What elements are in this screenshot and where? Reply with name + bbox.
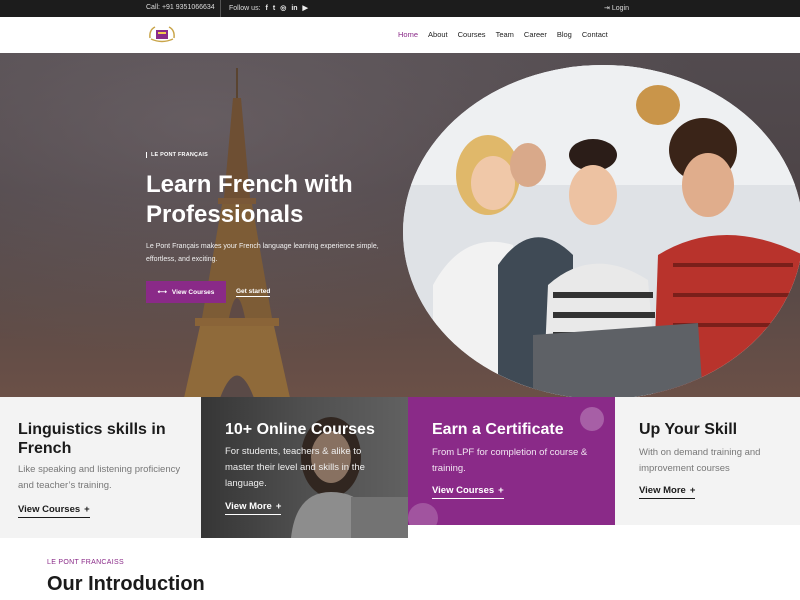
- hero-description: Le Pont Français makes your French langu…: [146, 243, 379, 263]
- nav-item-team[interactable]: Team: [496, 30, 514, 39]
- card-text: For students, teachers & alike to master…: [225, 446, 365, 489]
- hero-title: Learn French with Professionals: [146, 171, 353, 228]
- hero-section: LE PONT FRANÇAIS Learn French with Profe…: [0, 53, 800, 397]
- card-link-view-more[interactable]: View More +: [639, 485, 696, 499]
- feature-card-linguistics: Linguistics skills in French Like speaki…: [0, 397, 201, 538]
- login-label: Login: [611, 5, 629, 12]
- nav-item-about[interactable]: About: [428, 30, 448, 39]
- card-link-view-courses[interactable]: View Courses +: [432, 485, 504, 499]
- nav-item-contact[interactable]: Contact: [582, 30, 608, 39]
- card-title: Earn a Certificate: [432, 421, 564, 438]
- phone-number[interactable]: Call: +91 9351066634: [146, 4, 215, 11]
- topbar-divider: [220, 0, 221, 17]
- card-text: From LPF for completion of course & trai…: [432, 447, 588, 474]
- twitter-icon[interactable]: t: [273, 5, 275, 12]
- linkedin-icon[interactable]: in: [291, 5, 297, 12]
- main-navbar: Home About Courses Team Career Blog Cont…: [0, 17, 800, 53]
- youtube-icon[interactable]: ▶: [303, 4, 308, 12]
- plus-icon: +: [498, 485, 504, 496]
- card-link-view-courses[interactable]: View Courses +: [18, 504, 90, 518]
- card-link-label: View Courses: [432, 485, 495, 496]
- instagram-icon[interactable]: ◎: [280, 4, 286, 12]
- facebook-icon[interactable]: f: [266, 5, 268, 12]
- card-link-view-more[interactable]: View More +: [225, 501, 282, 515]
- hero-tag: LE PONT FRANÇAIS: [146, 152, 208, 158]
- intro-title: Our Introduction: [47, 573, 205, 595]
- card-title: 10+ Online Courses: [225, 421, 375, 438]
- eiffel-tower-image: [184, 68, 290, 397]
- social-links: Follow us: f t ◎ in ▶: [229, 4, 308, 13]
- students-illustration: [403, 65, 800, 397]
- card-text: Like speaking and listening proficiency …: [18, 464, 181, 491]
- login-icon: ⇥: [604, 5, 610, 12]
- login-link[interactable]: ⇥ Login: [604, 4, 629, 12]
- view-courses-label: View Courses: [171, 288, 215, 296]
- get-started-link[interactable]: Get started: [236, 288, 271, 297]
- decorative-circle: [580, 407, 604, 431]
- card-link-label: View More: [225, 501, 272, 512]
- feature-card-online-courses: 10+ Online Courses For students, teacher…: [201, 397, 408, 538]
- students-photo: [403, 65, 800, 397]
- feature-card-up-skill: Up Your Skill With on demand training an…: [615, 397, 800, 525]
- plus-icon: +: [689, 485, 696, 496]
- decorative-circle: [408, 503, 438, 525]
- view-courses-button[interactable]: ⟷ View Courses: [146, 281, 226, 303]
- card-link-label: View Courses: [18, 504, 81, 515]
- card-title: Linguistics skills in French: [18, 421, 166, 457]
- card-title: Up Your Skill: [639, 421, 738, 438]
- nav-menu: Home About Courses Team Career Blog Cont…: [398, 30, 608, 39]
- card-link-label: View More: [639, 485, 686, 496]
- site-logo[interactable]: [147, 24, 177, 46]
- nav-item-career[interactable]: Career: [524, 30, 547, 39]
- intro-tag: LE PONT FRANCAISS: [47, 559, 124, 566]
- card-text: With on demand training and improvement …: [639, 447, 761, 474]
- nav-item-courses[interactable]: Courses: [458, 30, 486, 39]
- feature-card-certificate: Earn a Certificate From LPF for completi…: [408, 397, 615, 525]
- plus-icon: +: [275, 501, 282, 512]
- plus-icon: +: [84, 504, 90, 515]
- nav-item-blog[interactable]: Blog: [557, 30, 572, 39]
- nav-item-home[interactable]: Home: [398, 30, 418, 39]
- follow-label: Follow us:: [229, 4, 261, 12]
- arrows-icon: ⟷: [157, 289, 167, 296]
- top-bar: Call: +91 9351066634 Follow us: f t ◎ in…: [0, 0, 800, 17]
